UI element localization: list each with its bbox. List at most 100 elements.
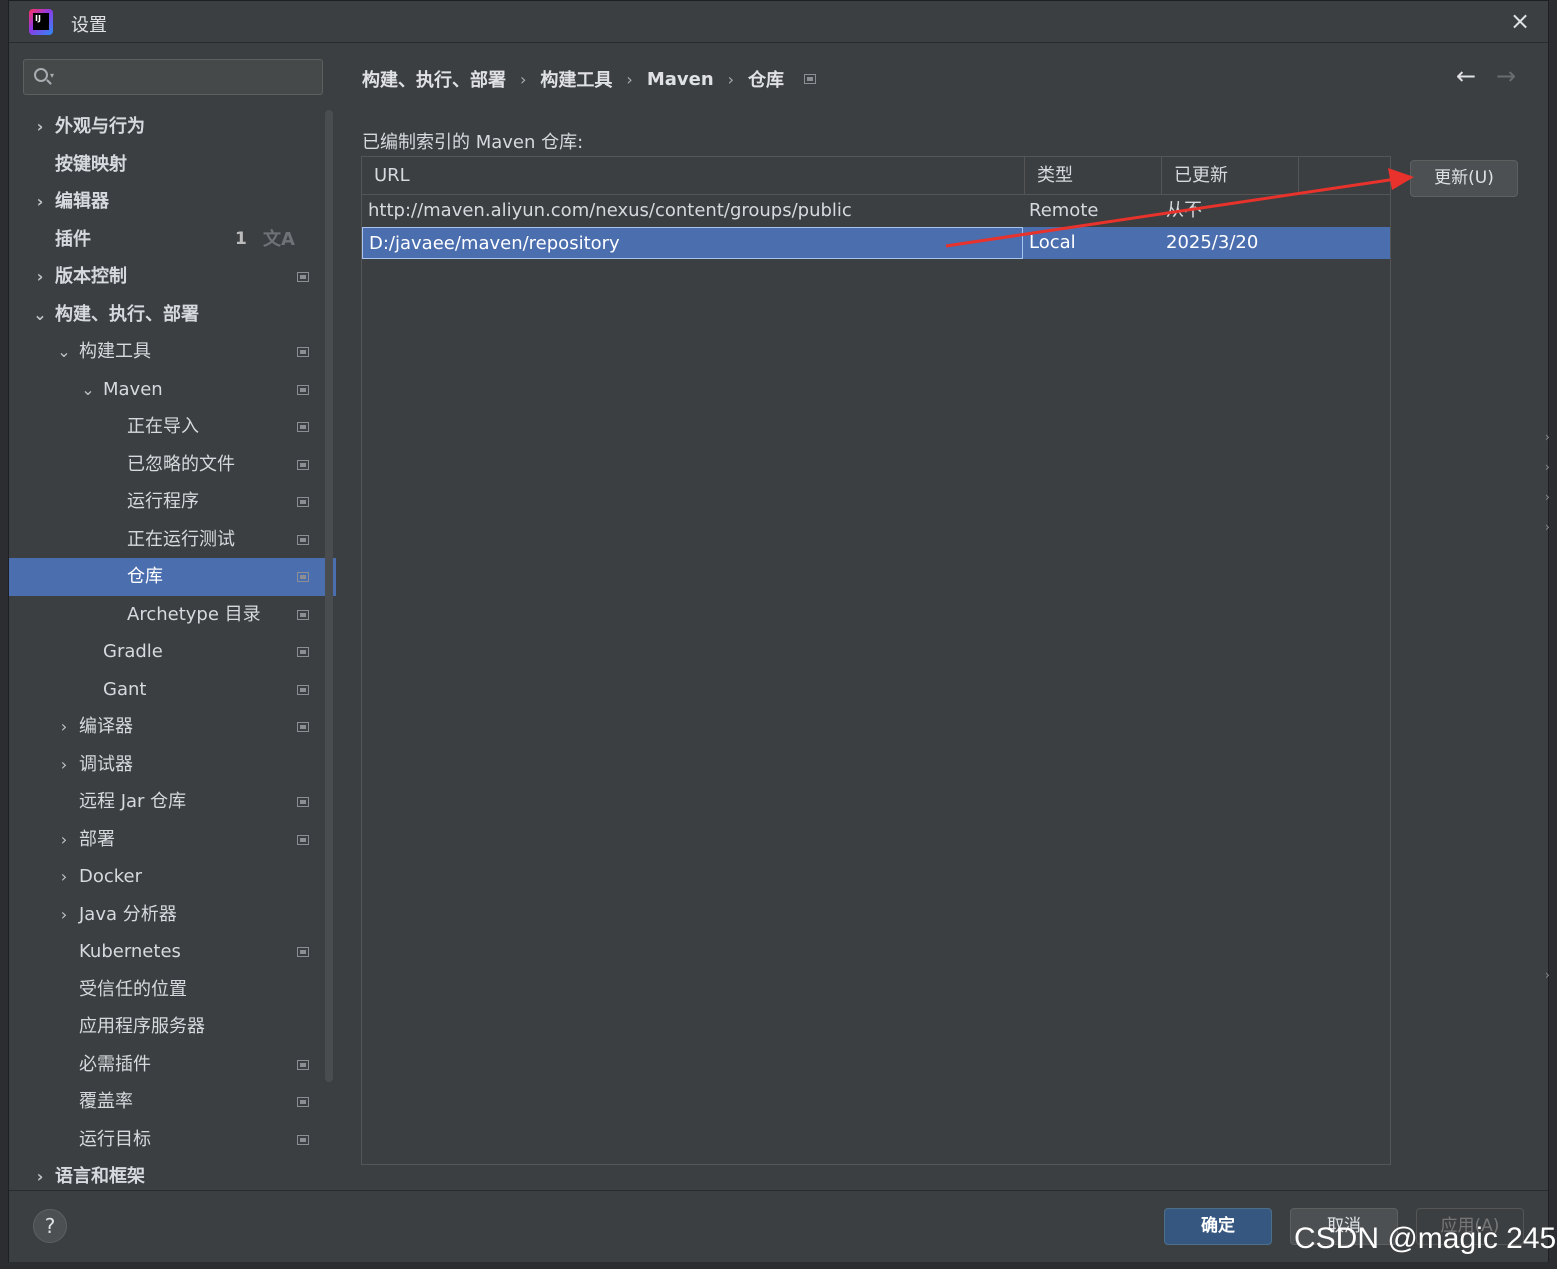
sidebar-item[interactable]: › 部署 [9,821,336,859]
project-scope-icon [297,609,309,620]
sidebar-item[interactable]: 正在运行测试 [9,521,336,559]
sidebar-item[interactable]: ⌄ 构建、执行、部署 [9,296,336,334]
column-header-empty [1299,157,1391,195]
project-scope-icon [297,384,309,395]
sidebar-item[interactable]: › Java 分析器 [9,896,336,934]
chevron-right-icon: › [1545,520,1550,534]
breadcrumb-item[interactable]: 构建、执行、部署 [362,66,506,92]
sidebar-item[interactable]: Kubernetes [9,933,336,971]
sidebar-item-label: Gant [103,678,147,700]
section-label: 已编制索引的 Maven 仓库: [362,132,584,153]
watermark: CSDN @magic 245 [1294,1222,1557,1255]
sidebar-item[interactable]: › 版本控制 [9,258,336,296]
sidebar-item-label: Gradle [103,641,163,662]
sidebar-item[interactable]: › 外观与行为 [9,108,336,146]
sidebar-item[interactable]: 插件 1 文A [9,221,336,259]
sidebar-item-label: 外观与行为 [55,116,145,137]
sidebar-item[interactable]: › 调试器 [9,746,336,784]
project-scope-icon [297,797,309,807]
project-scope-icon [297,722,309,732]
chevron-right-icon: › [1545,490,1550,504]
count-badge: 1 [235,228,247,249]
project-scope-icon [297,1134,309,1145]
sidebar-item-label: 运行目标 [79,1128,151,1150]
sidebar-item-label: 调试器 [79,753,133,775]
chevron-right-icon[interactable]: › [57,821,71,859]
sidebar-item-label: 已忽略的文件 [127,453,235,475]
sidebar-item[interactable]: › 编译器 [9,708,336,746]
column-header-updated[interactable]: 已更新 [1162,157,1299,195]
project-scope-icon [297,834,309,845]
table-row-selected[interactable]: D:/javaee/maven/repository Local 2025/3/… [362,227,1390,259]
sidebar-item[interactable]: 远程 Jar 仓库 [9,783,336,821]
sidebar-item[interactable]: Gradle [9,633,336,671]
breadcrumb: 构建、执行、部署 › 构建工具 › Maven › 仓库 [362,66,817,92]
sidebar-item[interactable]: 运行程序 [9,483,336,521]
close-icon[interactable]: × [1508,9,1532,33]
translate-icon: 文A [263,228,295,250]
chevron-right-icon[interactable]: › [33,183,47,221]
column-header-type[interactable]: 类型 [1025,157,1162,195]
cell-url: http://maven.aliyun.com/nexus/content/gr… [368,200,852,221]
chevron-right-icon[interactable]: › [33,258,47,296]
sidebar-item[interactable]: 仓库 [9,558,336,596]
breadcrumb-item[interactable]: Maven [647,69,714,90]
search-input[interactable]: ▾ [23,59,323,95]
sidebar-item[interactable]: Gant [9,671,336,709]
sidebar-item[interactable]: ⌄ Maven [9,371,336,409]
sidebar-item-label: 构建、执行、部署 [55,303,199,325]
sidebar-item[interactable]: 运行目标 [9,1121,336,1159]
settings-tree: › 外观与行为 按键映射 › 编辑器 插件 1 文A › 版本控制 ⌄ 构建、执行、部署 ⌄ 构建工具 ⌄ M… [9,108,336,1196]
breadcrumb-separator: › [626,69,633,89]
sidebar-scrollbar[interactable] [325,110,333,1082]
cell-type: Remote [1029,200,1099,221]
sidebar-item[interactable]: 应用程序服务器 [9,1008,336,1046]
project-scope-icon [297,347,309,357]
ok-button[interactable]: 确定 [1164,1208,1272,1245]
back-arrow-icon[interactable]: ← [1456,62,1476,90]
project-scope-icon [297,1097,309,1107]
forward-arrow-icon[interactable]: → [1496,62,1516,90]
main-panel: 构建、执行、部署 › 构建工具 › Maven › 仓库 ← → 已编制索引的 … [336,44,1548,1190]
sidebar-item[interactable]: 受信任的位置 [9,971,336,1009]
sidebar-item[interactable]: › 编辑器 [9,183,336,221]
breadcrumb-separator: › [520,69,527,89]
sidebar-item-label: 远程 Jar 仓库 [79,791,187,812]
chevron-right-icon[interactable]: › [57,746,71,784]
project-scope-icon [804,74,817,84]
sidebar-item[interactable]: 已忽略的文件 [9,446,336,484]
sidebar-item[interactable]: › Docker [9,858,336,896]
project-scope-icon [297,947,309,957]
sidebar-item-label: 编辑器 [55,191,109,212]
sidebar-item[interactable]: Archetype 目录 [9,596,336,634]
settings-sidebar: ▾ › 外观与行为 按键映射 › 编辑器 插件 1 文A › 版本控制 ⌄ 构建、执行、部署 ⌄ 构建工具… [9,44,336,1190]
chevron-down-icon[interactable]: ⌄ [57,333,71,371]
chevron-down-icon[interactable]: ⌄ [33,296,47,334]
sidebar-item-label: 正在导入 [127,416,199,437]
project-scope-icon [297,572,309,582]
chevron-right-icon[interactable]: › [57,858,71,896]
sidebar-item[interactable]: 覆盖率 [9,1083,336,1121]
chevron-right-icon[interactable]: › [57,708,71,746]
project-scope-icon [297,534,309,545]
help-icon[interactable]: ? [33,1209,67,1243]
sidebar-item-label: 版本控制 [55,266,127,287]
sidebar-item[interactable]: 按键映射 [9,146,336,184]
window-title: 设置 [71,15,107,36]
sidebar-item-label: 必需插件 [79,1053,151,1075]
sidebar-item-label: 构建工具 [79,341,151,362]
cell-url: D:/javaee/maven/repository [362,227,1023,259]
update-button[interactable]: 更新(U) [1410,160,1518,197]
table-row[interactable]: http://maven.aliyun.com/nexus/content/gr… [362,195,1390,227]
sidebar-item[interactable]: 必需插件 [9,1046,336,1084]
chevron-right-icon[interactable]: › [57,896,71,934]
breadcrumb-item[interactable]: 构建工具 [540,66,612,92]
sidebar-item-label: 应用程序服务器 [79,1016,205,1037]
chevron-down-icon[interactable]: ⌄ [81,371,95,409]
sidebar-item[interactable]: 正在导入 [9,408,336,446]
chevron-right-icon: › [1545,430,1550,444]
sidebar-item[interactable]: ⌄ 构建工具 [9,333,336,371]
project-scope-icon [297,1059,309,1070]
column-header-url[interactable]: URL [362,157,1025,195]
chevron-right-icon[interactable]: › [33,108,47,146]
